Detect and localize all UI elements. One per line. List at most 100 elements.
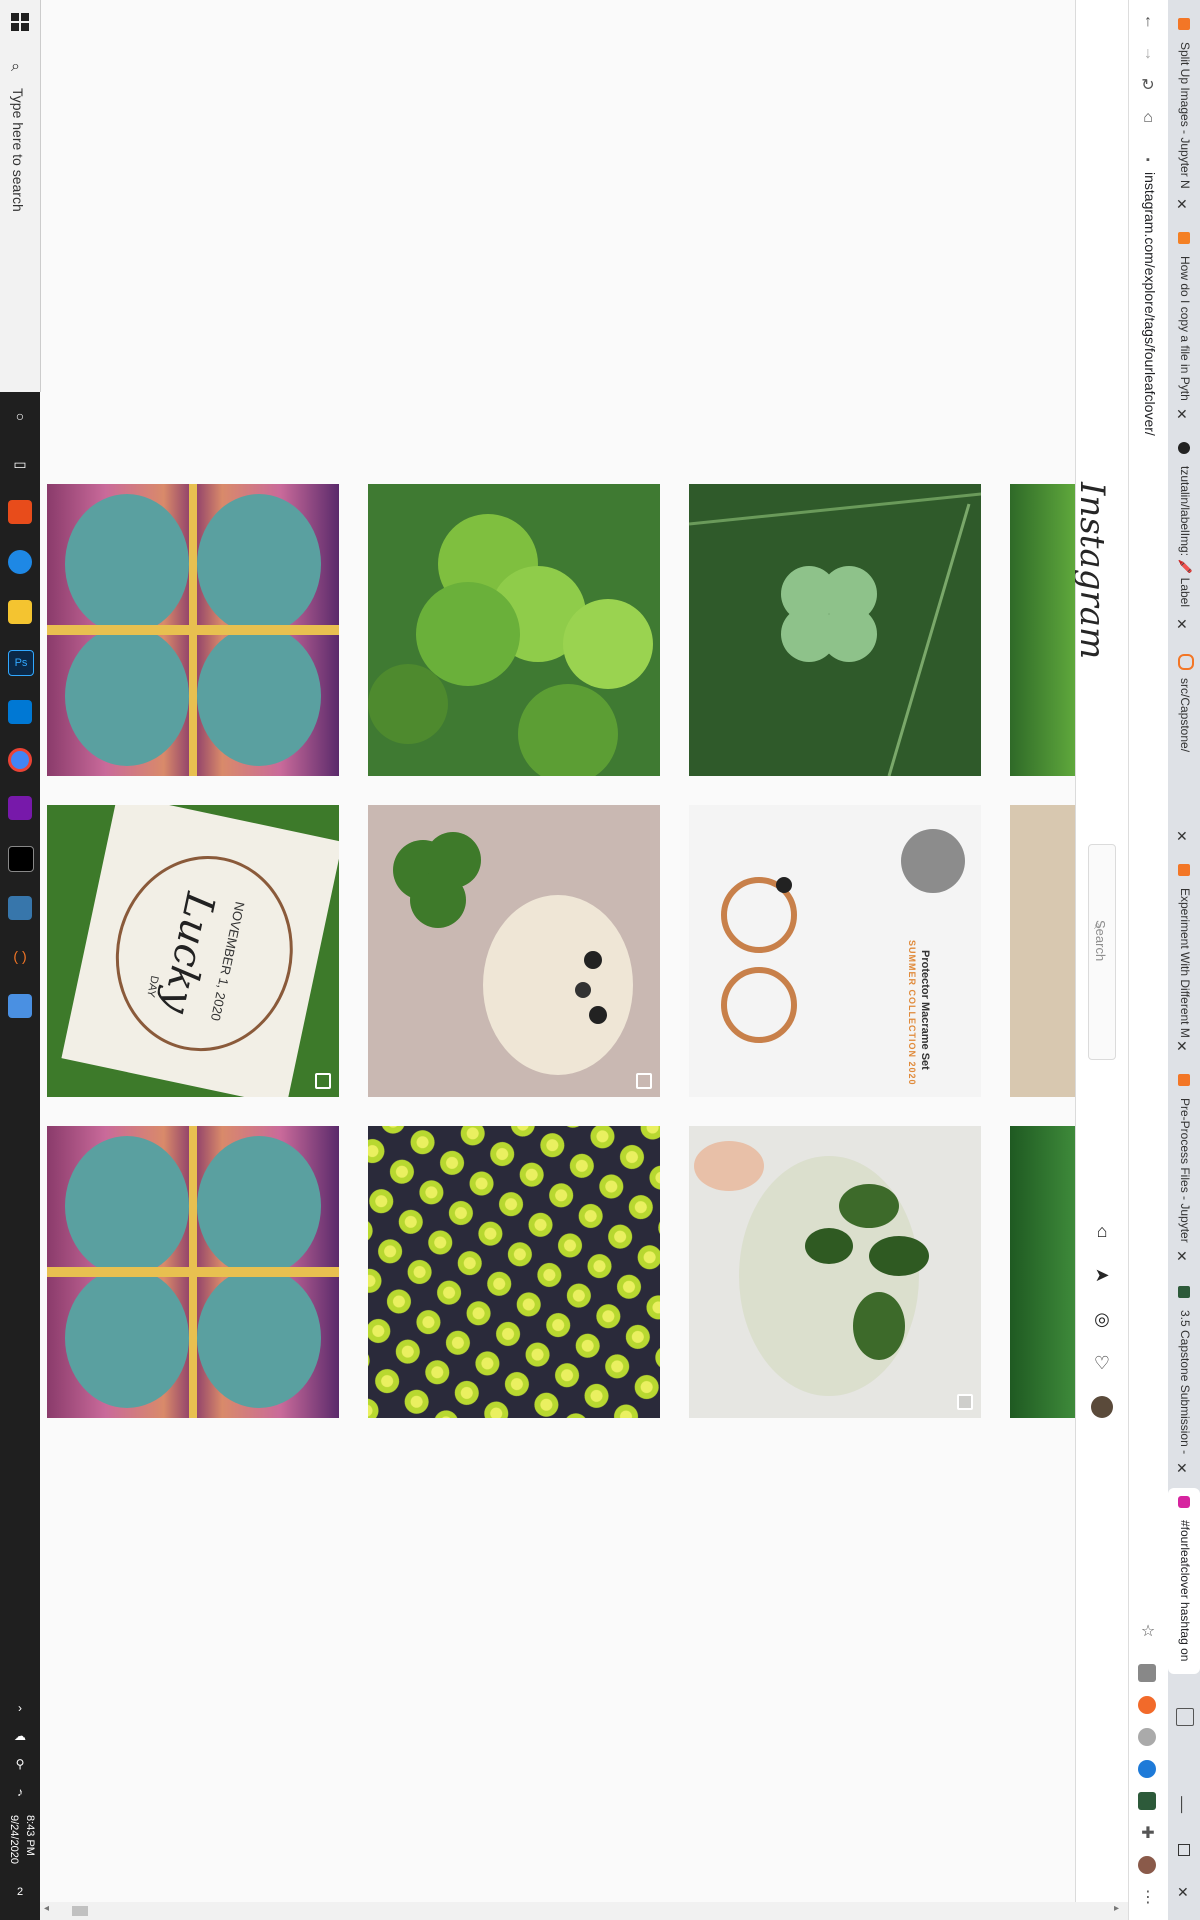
github-icon <box>1178 442 1190 454</box>
multi-post-icon <box>957 1394 973 1410</box>
extension-green-icon[interactable] <box>1138 1792 1156 1810</box>
url-text[interactable]: instagram.com/explore/tags/fourleafclove… <box>1142 172 1158 436</box>
post-tile[interactable] <box>689 484 981 776</box>
taskbar-search-placeholder: Type here to search <box>10 88 26 212</box>
profile-avatar[interactable] <box>1138 1856 1156 1874</box>
close-window-icon[interactable]: ✕ <box>1177 1884 1189 1901</box>
tab[interactable]: Split Up Images - Jupyter N <box>1170 12 1198 204</box>
post-tile[interactable] <box>368 805 660 1097</box>
post-tile[interactable] <box>1010 805 1075 1097</box>
post-tile[interactable] <box>689 1126 981 1418</box>
taskbar-search-box[interactable]: ⌕ Type here to search <box>0 0 41 392</box>
office-icon[interactable] <box>8 500 32 524</box>
photoshop-icon[interactable]: Ps <box>8 650 34 676</box>
tab[interactable]: tzutalin/labelImg: 🖍️ Label <box>1170 436 1198 616</box>
profile-avatar[interactable] <box>1091 1396 1113 1418</box>
network-icon[interactable]: ⚲ <box>8 1752 32 1776</box>
close-tab-icon[interactable]: ✕ <box>1176 406 1188 423</box>
explore-icon[interactable]: ◎ <box>1091 1308 1113 1330</box>
jupyter-icon <box>1178 654 1194 670</box>
terminal-icon[interactable] <box>8 846 34 872</box>
home-icon[interactable]: ⌂ <box>1091 1220 1113 1242</box>
tab[interactable]: How do I copy a file in Pyth <box>1170 226 1198 406</box>
volume-icon[interactable]: ♪ <box>8 1780 32 1804</box>
tab-label: Split Up Images - Jupyter N <box>1178 42 1192 189</box>
chevron-up-icon[interactable]: › <box>8 1696 32 1720</box>
puzzle-icon[interactable]: ✚ <box>1138 1824 1158 1844</box>
tab-active[interactable]: #fourleafclover hashtag on <box>1168 1488 1200 1674</box>
tab-label: Experiment With Different M <box>1178 888 1192 1038</box>
onenote-icon[interactable] <box>8 796 32 820</box>
close-tab-icon[interactable]: ✕ <box>1176 616 1188 633</box>
plant-in-jar-image <box>694 1141 929 1396</box>
clock-date: 9/24/2020 <box>8 1815 20 1864</box>
direct-icon[interactable]: ➤ <box>1091 1264 1113 1286</box>
maximize-icon[interactable] <box>1178 1844 1190 1856</box>
search-icon: ⌕ <box>11 58 20 75</box>
multi-post-icon <box>636 1073 652 1089</box>
notification-center-icon[interactable]: 2 <box>8 1880 32 1904</box>
tab[interactable]: src/Capstone/ <box>1170 648 1198 828</box>
extension-blue-icon[interactable] <box>1138 1760 1156 1778</box>
jupyter-icon <box>1178 864 1190 876</box>
lock-icon: ▪ <box>1146 154 1150 166</box>
tab[interactable]: Pre-Process Files - Jupyter <box>1170 1068 1198 1248</box>
close-tab-icon[interactable]: ✕ <box>1176 1038 1188 1055</box>
reload-icon[interactable]: ↻ <box>1138 76 1158 96</box>
home-icon[interactable]: ⌂ <box>1138 108 1158 128</box>
tab-label: src/Capstone/ <box>1178 678 1192 753</box>
post-tile[interactable] <box>47 484 339 776</box>
extension-circle-icon[interactable] <box>1138 1728 1156 1746</box>
multi-post-icon <box>315 1073 331 1089</box>
tie-dye-clover-image <box>47 1126 339 1418</box>
activity-icon[interactable]: ♡ <box>1091 1352 1113 1374</box>
back-icon[interactable]: ↑ <box>1138 12 1158 32</box>
onedrive-icon[interactable]: ☁ <box>8 1724 32 1748</box>
instagram-logo[interactable]: Instagram <box>1072 482 1112 659</box>
scroll-left-icon[interactable]: ◂ <box>44 1903 49 1914</box>
post-tile[interactable] <box>368 484 660 776</box>
tab[interactable]: 3.5 Capstone Submission - <box>1170 1280 1198 1460</box>
calculator-icon[interactable] <box>8 994 32 1018</box>
horizontal-scrollbar[interactable] <box>40 1902 1128 1920</box>
instagram-search-placeholder: Search <box>1093 920 1108 962</box>
menu-icon[interactable]: ⋮ <box>1138 1888 1158 1908</box>
star-icon[interactable]: ☆ <box>1138 1622 1158 1642</box>
clover-pattern-image <box>368 1126 660 1418</box>
extension-orange-icon[interactable] <box>1138 1696 1156 1714</box>
springboard-icon <box>1178 1286 1190 1298</box>
tab-label: Pre-Process Files - Jupyter <box>1178 1098 1192 1243</box>
close-tab-icon[interactable]: ✕ <box>1176 1248 1188 1265</box>
jupyter-icon[interactable]: ( ) <box>8 944 32 968</box>
tab[interactable]: Experiment With Different M <box>1170 858 1198 1038</box>
windows-start-icon[interactable] <box>10 12 30 32</box>
scrollbar-thumb[interactable] <box>72 1906 88 1916</box>
clover-leaves-image <box>368 514 653 776</box>
cortana-icon[interactable]: ○ <box>8 404 32 428</box>
task-view-icon[interactable]: ▭ <box>8 452 32 476</box>
azure-icon[interactable] <box>8 700 32 724</box>
close-tab-icon[interactable]: ✕ <box>1176 1460 1188 1477</box>
notification-count: 2 <box>16 1886 24 1898</box>
post-tile[interactable]: NOVEMBER 1, 2020 Lucky DAY <box>47 805 339 1097</box>
edge-icon[interactable] <box>8 550 32 574</box>
minimize-icon[interactable]: │ <box>1178 1796 1187 1812</box>
chrome-icon[interactable] <box>8 748 32 772</box>
tab-label: tzutalin/labelImg: 🖍️ Label <box>1178 466 1192 608</box>
scroll-right-icon[interactable]: ▸ <box>1114 1903 1119 1914</box>
post-tile[interactable]: Protector Macrame Set SUMMER COLLECTION … <box>689 805 981 1097</box>
jupyter-icon <box>1178 1074 1190 1086</box>
product-caption: Protector Macrame Set <box>919 950 931 1070</box>
python-icon[interactable] <box>8 896 32 920</box>
extension-g-icon[interactable] <box>1138 1664 1156 1682</box>
close-tab-icon[interactable]: ✕ <box>1176 196 1188 213</box>
close-tab-icon[interactable]: ✕ <box>1176 828 1188 845</box>
post-tile[interactable] <box>368 1126 660 1418</box>
post-tile[interactable] <box>1010 1126 1075 1418</box>
lucky-day-sign-image: NOVEMBER 1, 2020 Lucky DAY <box>61 805 339 1097</box>
post-tile[interactable] <box>1010 484 1075 776</box>
forward-icon[interactable]: ↓ <box>1138 44 1158 64</box>
tab-search-icon[interactable] <box>1176 1708 1194 1726</box>
file-explorer-icon[interactable] <box>8 600 32 624</box>
post-tile[interactable] <box>47 1126 339 1418</box>
